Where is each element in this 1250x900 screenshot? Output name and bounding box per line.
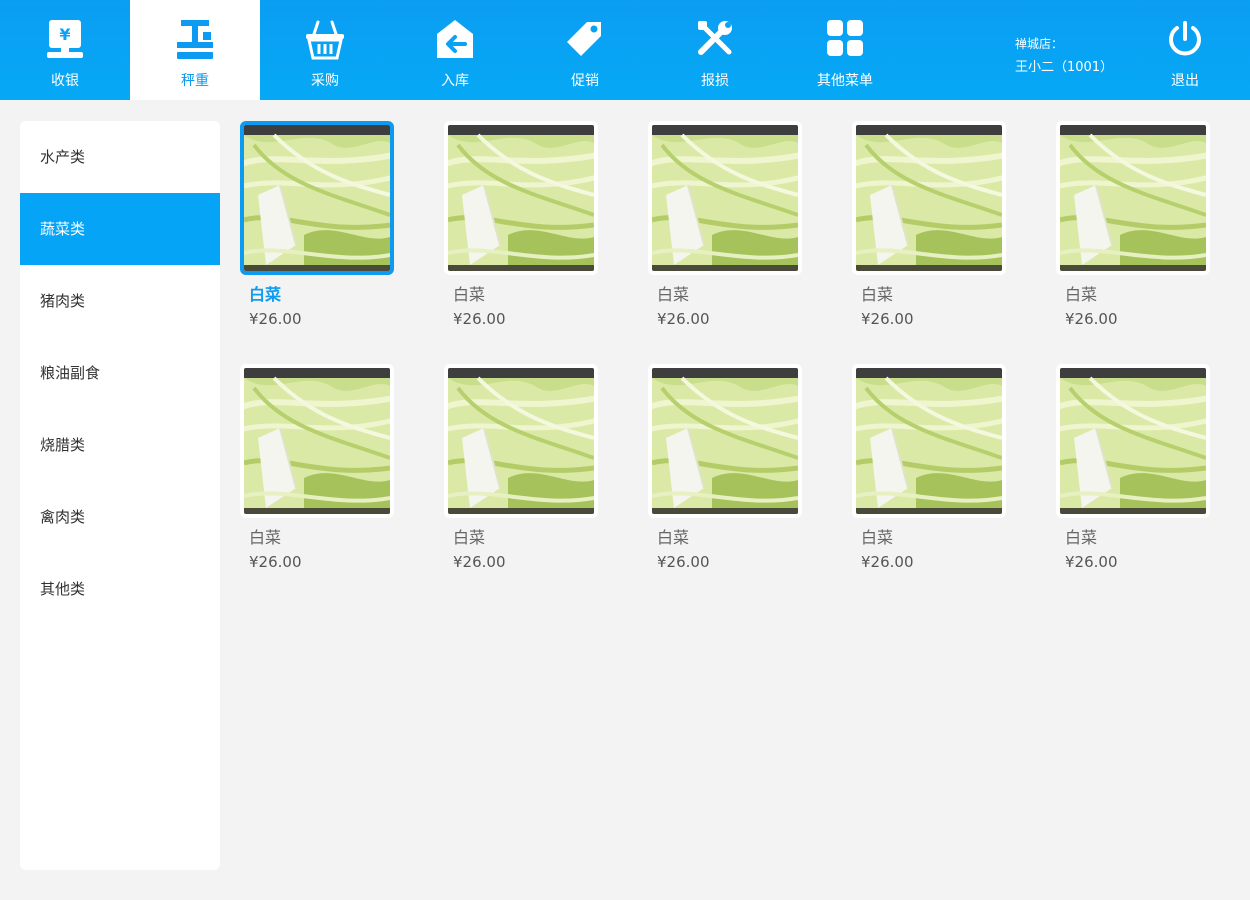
svg-text:¥: ¥	[59, 25, 70, 44]
category-other[interactable]: 其他类	[20, 553, 220, 625]
product-name: 白菜	[453, 528, 486, 547]
product-card[interactable]: 白菜 ¥26.00	[852, 121, 1006, 341]
nav-label: 秤重	[181, 73, 209, 89]
nav-stock-in[interactable]: 入库	[390, 0, 520, 100]
product-card[interactable]: 白菜 ¥26.00	[444, 364, 598, 584]
product-price: ¥26.00	[861, 553, 914, 571]
product-image	[1056, 121, 1210, 275]
nav-cashier[interactable]: ¥ 收银	[0, 0, 130, 100]
product-name: 白菜	[1065, 528, 1098, 547]
store-info: 禅城店： 王小二（1001）	[1015, 32, 1113, 80]
grid-icon	[827, 20, 863, 56]
category-poultry[interactable]: 禽肉类	[20, 481, 220, 553]
logout-button[interactable]: 退出	[1150, 0, 1220, 100]
product-card[interactable]: 白菜 ¥26.00	[1056, 364, 1210, 584]
product-card[interactable]: 白菜 ¥26.00	[852, 364, 1006, 584]
product-price: ¥26.00	[657, 553, 710, 571]
product-name: 白菜	[861, 285, 894, 304]
product-image	[1056, 364, 1210, 518]
category-grain-oil[interactable]: 粮油副食	[20, 337, 220, 409]
product-price: ¥26.00	[453, 553, 506, 571]
product-image	[444, 364, 598, 518]
product-image	[240, 121, 394, 275]
user-name: 王小二（1001）	[1015, 60, 1114, 75]
nav-other-menu[interactable]: 其他菜单	[780, 0, 910, 100]
nav-purchase[interactable]: 采购	[260, 0, 390, 100]
product-card[interactable]: 白菜 ¥26.00	[240, 121, 394, 341]
basket-icon	[306, 20, 344, 60]
product-name: 白菜	[249, 528, 282, 547]
product-image	[852, 121, 1006, 275]
product-image	[444, 121, 598, 275]
product-name: 白菜	[657, 528, 690, 547]
nav-damage-report[interactable]: 报损	[650, 0, 780, 100]
product-price: ¥26.00	[453, 310, 506, 328]
category-pork[interactable]: 猪肉类	[20, 265, 220, 337]
product-card[interactable]: 白菜 ¥26.00	[1056, 121, 1210, 341]
product-price: ¥26.00	[1065, 553, 1118, 571]
product-image	[240, 364, 394, 518]
tools-icon	[698, 21, 732, 55]
nav-promotion[interactable]: 促销	[520, 0, 650, 100]
product-name: 白菜	[861, 528, 894, 547]
warehouse-in-icon	[437, 20, 473, 58]
product-card[interactable]: 白菜 ¥26.00	[444, 121, 598, 341]
category-sidebar: 水产类 蔬菜类 猪肉类 粮油副食 烧腊类 禽肉类 其他类	[20, 121, 220, 870]
product-image	[648, 364, 802, 518]
nav-label: 促销	[571, 73, 599, 89]
product-price: ¥26.00	[657, 310, 710, 328]
cash-register-icon: ¥	[47, 20, 83, 58]
product-name: 白菜	[1065, 285, 1098, 304]
top-nav-bar: ¥ 收银 秤重 采购 入库 促销 报损 其他菜单 禅城店： 王小二（1001） …	[0, 0, 1250, 100]
product-image	[648, 121, 802, 275]
product-name: 白菜	[249, 285, 282, 304]
product-image	[852, 364, 1006, 518]
tag-icon	[567, 22, 601, 56]
nav-weighing[interactable]: 秤重	[130, 0, 260, 100]
category-seafood[interactable]: 水产类	[20, 121, 220, 193]
nav-label: 收银	[51, 73, 79, 89]
product-card[interactable]: 白菜 ¥26.00	[648, 364, 802, 584]
nav-label: 采购	[311, 73, 339, 89]
logout-label: 退出	[1171, 73, 1199, 89]
nav-label: 其他菜单	[817, 73, 873, 89]
nav-label: 报损	[701, 73, 729, 89]
product-card[interactable]: 白菜 ¥26.00	[240, 364, 394, 584]
product-price: ¥26.00	[1065, 310, 1118, 328]
nav-label: 入库	[441, 73, 469, 89]
scale-icon	[177, 20, 213, 59]
product-price: ¥26.00	[249, 553, 302, 571]
store-name: 禅城店：	[1015, 37, 1064, 51]
product-price: ¥26.00	[861, 310, 914, 328]
product-card[interactable]: 白菜 ¥26.00	[648, 121, 802, 341]
power-icon	[1169, 21, 1201, 56]
product-price: ¥26.00	[249, 310, 302, 328]
product-name: 白菜	[657, 285, 690, 304]
product-name: 白菜	[453, 285, 486, 304]
category-vegetables[interactable]: 蔬菜类	[20, 193, 220, 265]
category-roast-meat[interactable]: 烧腊类	[20, 409, 220, 481]
